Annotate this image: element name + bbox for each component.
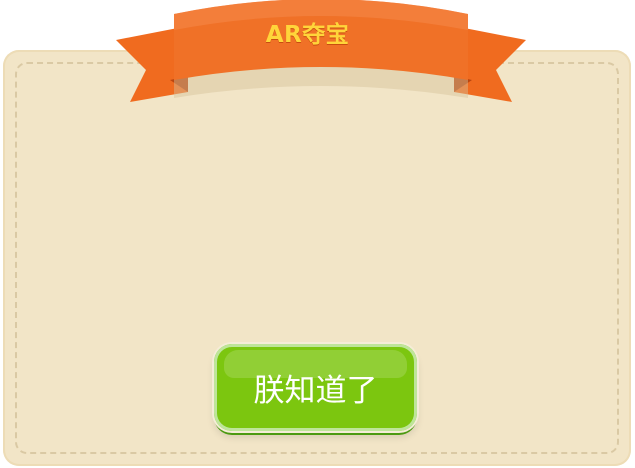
dialog-title: AR夺宝 bbox=[265, 22, 350, 48]
ok-button-label: 朕知道了 bbox=[253, 373, 378, 409]
ok-button[interactable]: 朕知道了 bbox=[214, 344, 417, 431]
ar-treasure-dialog: AR夺宝 朕知道了 bbox=[0, 0, 635, 468]
